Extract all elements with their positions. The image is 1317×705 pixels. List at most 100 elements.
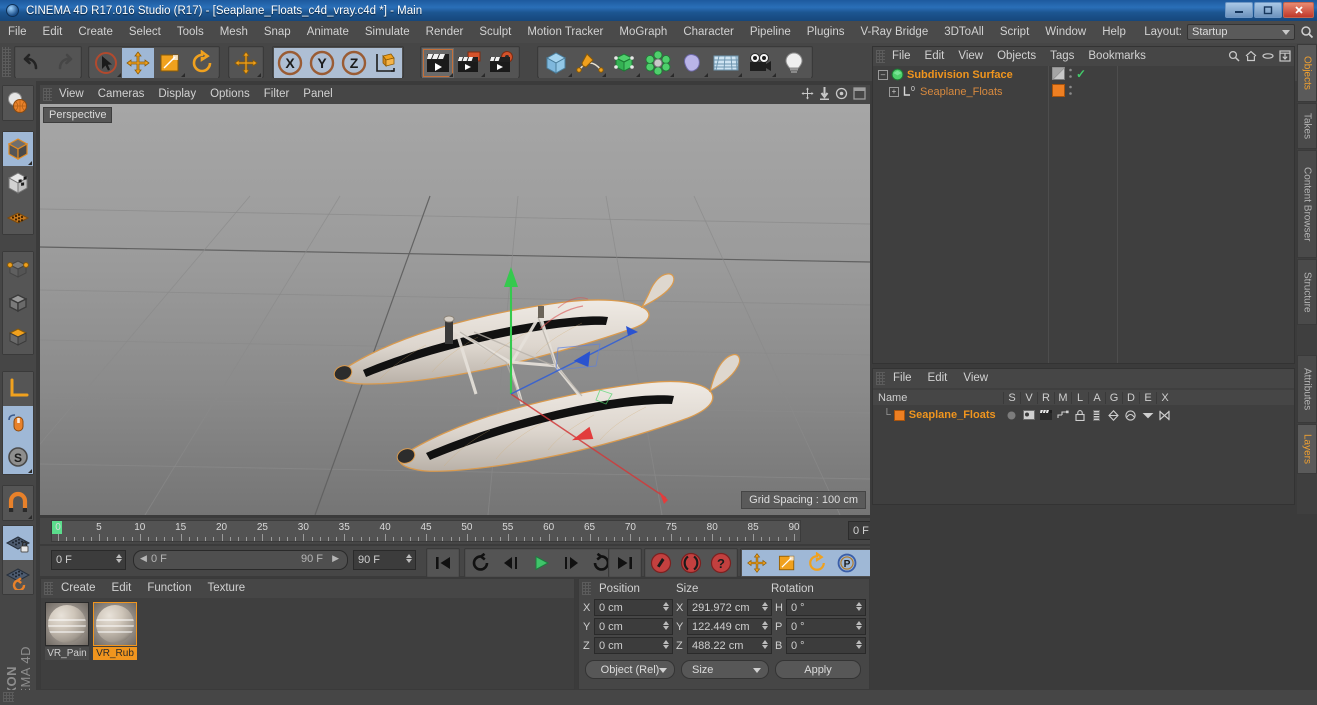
scale-key-toggle[interactable] xyxy=(772,550,802,576)
viewport-menu-filter[interactable]: Filter xyxy=(257,85,297,104)
expand-toggle-icon[interactable]: + xyxy=(889,86,899,97)
tab-structure[interactable]: Structure xyxy=(1297,259,1317,325)
column-header-x[interactable]: X xyxy=(1156,391,1173,404)
maximize-view-icon[interactable] xyxy=(853,87,866,103)
size-x-spinner[interactable] xyxy=(762,602,768,611)
visibility-dots-icon[interactable] xyxy=(1068,84,1073,100)
expand-toggle-icon[interactable]: – xyxy=(878,69,888,80)
menu-item-sculpt[interactable]: Sculpt xyxy=(471,21,519,43)
size-x-field[interactable]: 291.972 cm xyxy=(687,599,772,616)
object-menu-tags[interactable]: Tags xyxy=(1043,47,1081,66)
primitive-cube-button[interactable] xyxy=(539,48,573,78)
position-z-field[interactable]: 0 cm xyxy=(594,637,673,654)
record-active-objects-button[interactable] xyxy=(646,550,676,576)
layer-expression-icon[interactable] xyxy=(1139,411,1156,419)
tab-layers[interactable]: Layers xyxy=(1297,424,1317,474)
layer-view-icon[interactable] xyxy=(1020,410,1037,420)
viewport-grip[interactable] xyxy=(43,88,52,101)
rotate-view-icon[interactable] xyxy=(835,87,848,103)
viewport-solo-icon[interactable] xyxy=(3,406,33,440)
size-z-spinner[interactable] xyxy=(762,640,768,649)
layer-color-swatch[interactable] xyxy=(893,409,905,421)
column-header-v[interactable]: V xyxy=(1020,391,1037,404)
preview-range-slider[interactable]: ◀ 0 F 90 F ▶ xyxy=(133,550,348,570)
layer-render-icon[interactable] xyxy=(1037,410,1054,420)
layer-solo-icon[interactable] xyxy=(1003,411,1020,420)
viewport-menu-view[interactable]: View xyxy=(52,85,91,104)
viewport-3d[interactable]: Y Z X Perspective Grid Spacing : 100 cm xyxy=(40,104,870,515)
column-header-a[interactable]: A xyxy=(1088,391,1105,404)
undo-button[interactable] xyxy=(16,48,48,78)
loop-button[interactable] xyxy=(466,550,496,576)
object-tree[interactable]: – Subdivision Surface + 0 Seaplane_Float… xyxy=(873,66,1049,363)
range-end-field[interactable]: 90 F xyxy=(353,550,416,570)
texture-mode-icon[interactable] xyxy=(3,166,33,200)
object-menu-objects[interactable]: Objects xyxy=(990,47,1043,66)
camera-button[interactable] xyxy=(743,48,777,78)
render-view-button[interactable] xyxy=(422,48,454,78)
go-to-start-button[interactable] xyxy=(428,550,458,576)
menu-item-plugins[interactable]: Plugins xyxy=(799,21,853,43)
rotation-p-field[interactable]: 0 ° xyxy=(786,618,866,635)
rotation-p-spinner[interactable] xyxy=(856,621,862,630)
layer-menu-edit[interactable]: Edit xyxy=(920,369,956,388)
go-to-end-button[interactable] xyxy=(610,550,640,576)
column-header-g[interactable]: G xyxy=(1105,391,1122,404)
next-frame-button[interactable] xyxy=(556,550,586,576)
layer-xpresso-icon[interactable] xyxy=(1156,410,1173,421)
apply-button[interactable]: Apply xyxy=(775,660,861,679)
column-header-s[interactable]: S xyxy=(1003,391,1020,404)
workplane-icon[interactable] xyxy=(3,560,33,594)
menu-item-vray-bridge[interactable]: V-Ray Bridge xyxy=(852,21,936,43)
layer-row[interactable]: └ Seaplane_Floats xyxy=(873,407,1294,423)
keyframe-selection-button[interactable]: ? xyxy=(706,550,736,576)
light-button[interactable] xyxy=(777,48,811,78)
size-y-field[interactable]: 122.449 cm xyxy=(687,618,772,635)
menu-item-render[interactable]: Render xyxy=(418,21,472,43)
scene-object-button[interactable] xyxy=(675,48,709,78)
menu-item-snap[interactable]: Snap xyxy=(256,21,299,43)
column-header-r[interactable]: R xyxy=(1037,391,1054,404)
edges-component-icon[interactable] xyxy=(3,286,33,320)
tab-takes[interactable]: Takes xyxy=(1297,103,1317,149)
polygons-component-icon[interactable] xyxy=(3,320,33,354)
visibility-dots-icon[interactable] xyxy=(1068,67,1073,83)
object-axis-icon[interactable] xyxy=(3,372,33,406)
rotate-tool-button[interactable] xyxy=(186,48,218,78)
column-header-d[interactable]: D xyxy=(1122,391,1139,404)
menu-item-pipeline[interactable]: Pipeline xyxy=(742,21,799,43)
range-end-spinner[interactable] xyxy=(406,554,412,563)
object-menu-edit[interactable]: Edit xyxy=(918,47,952,66)
object-menu-bookmarks[interactable]: Bookmarks xyxy=(1081,47,1153,66)
viewport-menu-panel[interactable]: Panel xyxy=(296,85,339,104)
menu-item-window[interactable]: Window xyxy=(1037,21,1094,43)
search-icon[interactable] xyxy=(1300,25,1314,39)
range-left-arrow-icon[interactable]: ◀ xyxy=(140,553,147,564)
move-tool-button[interactable] xyxy=(122,48,154,78)
layer-lock-icon[interactable] xyxy=(1071,409,1088,421)
layer-menu-view[interactable]: View xyxy=(955,369,996,388)
expand-icon[interactable] xyxy=(1279,50,1291,65)
rotation-h-spinner[interactable] xyxy=(856,602,862,611)
coordinate-grip[interactable] xyxy=(582,582,591,595)
range-right-arrow-icon[interactable]: ▶ xyxy=(332,553,339,564)
menu-item-select[interactable]: Select xyxy=(121,21,169,43)
redo-button[interactable] xyxy=(48,48,80,78)
generator-tag-icon[interactable] xyxy=(1052,66,1065,83)
material-menu-texture[interactable]: Texture xyxy=(199,579,253,598)
tab-objects[interactable]: Objects xyxy=(1297,44,1317,102)
deformers-button[interactable] xyxy=(641,48,675,78)
render-region-button[interactable] xyxy=(454,48,486,78)
position-x-spinner[interactable] xyxy=(663,602,669,611)
position-x-field[interactable]: 0 cm xyxy=(594,599,673,616)
menu-item-mograph[interactable]: MoGraph xyxy=(611,21,675,43)
size-y-spinner[interactable] xyxy=(762,621,768,630)
autokeying-button[interactable] xyxy=(676,550,706,576)
environment-button[interactable] xyxy=(709,48,743,78)
layout-dropdown[interactable]: Startup xyxy=(1187,24,1295,40)
rotation-key-toggle[interactable] xyxy=(802,550,832,576)
points-component-icon[interactable] xyxy=(3,252,33,286)
zoom-icon[interactable] xyxy=(819,87,830,103)
points-mode-icon[interactable] xyxy=(3,200,33,234)
viewport-menu-options[interactable]: Options xyxy=(203,85,257,104)
